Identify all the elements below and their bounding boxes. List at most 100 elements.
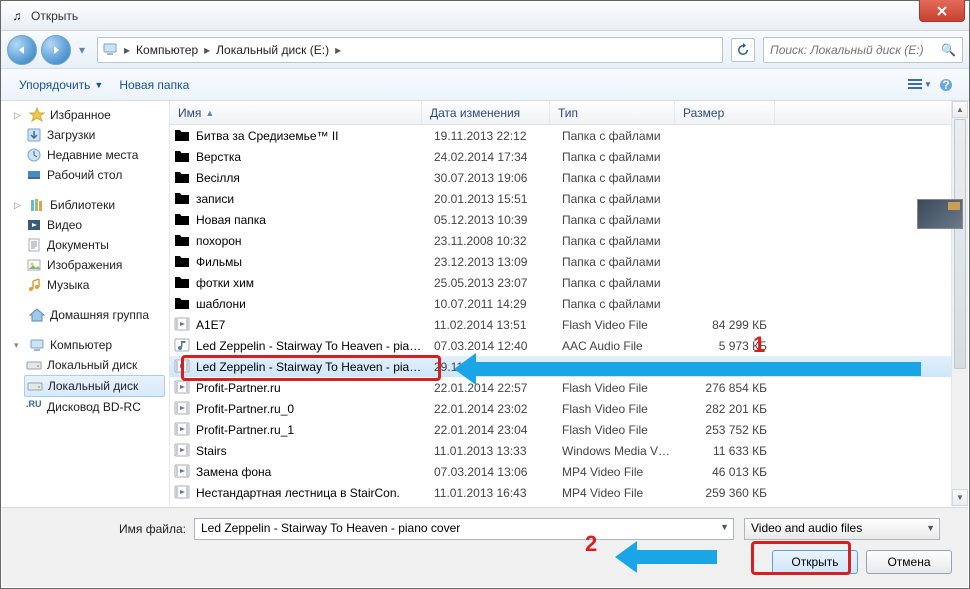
- refresh-button[interactable]: [731, 38, 755, 62]
- filter-label: Video and audio files: [751, 521, 862, 535]
- breadcrumb-chevron-icon[interactable]: ▸: [333, 43, 343, 57]
- file-size: 46 013 КБ: [679, 465, 779, 479]
- sidebar-item-drive-1[interactable]: Локальный диск: [24, 375, 165, 397]
- scroll-up-button[interactable]: ▲: [952, 101, 968, 118]
- chevron-down-icon: ▼: [720, 522, 729, 532]
- file-row[interactable]: Stairs11.01.2013 13:33Windows Media V…11…: [170, 440, 968, 461]
- breadcrumb-chevron-icon[interactable]: ▸: [122, 43, 132, 57]
- file-name: Stairs: [196, 444, 426, 458]
- sidebar-item-documents[interactable]: Документы: [12, 235, 169, 255]
- col-type[interactable]: Тип: [550, 101, 675, 124]
- vertical-scrollbar[interactable]: ▲ ▼: [951, 101, 968, 506]
- col-size[interactable]: Размер: [675, 101, 775, 124]
- file-row[interactable]: записи20.01.2013 15:51Папка с файлами: [170, 188, 968, 209]
- file-date: 10.07.2011 14:29: [426, 297, 554, 311]
- file-row[interactable]: Замена фона07.03.2014 13:06MP4 Video Fil…: [170, 461, 968, 482]
- file-row[interactable]: Нестандартная лестница в StairCon.11.01.…: [170, 482, 968, 503]
- file-type: Windows Media V…: [554, 444, 679, 458]
- file-type: Папка с файлами: [554, 255, 679, 269]
- file-row[interactable]: Битва за Средиземье™ II19.11.2013 22:12П…: [170, 125, 968, 146]
- view-icon: [908, 79, 922, 91]
- back-button[interactable]: [7, 35, 37, 65]
- file-size: 84 299 КБ: [679, 318, 779, 332]
- sidebar-item-music[interactable]: Музыка: [12, 275, 169, 295]
- file-row[interactable]: Profit-Partner.ru_122.01.2014 23:04Flash…: [170, 419, 968, 440]
- file-row[interactable]: Profit-Partner.ru_022.01.2014 23:02Flash…: [170, 398, 968, 419]
- address-bar[interactable]: ▸ Компьютер ▸ Локальный диск (E:) ▸: [97, 37, 723, 63]
- file-date: 11.02.2014 13:51: [426, 318, 554, 332]
- file-row[interactable]: Фильмы23.12.2013 13:09Папка с файлами: [170, 251, 968, 272]
- new-folder-button[interactable]: Новая папка: [111, 74, 197, 96]
- breadcrumb-computer[interactable]: Компьютер: [132, 43, 202, 57]
- scroll-down-button[interactable]: ▼: [952, 489, 968, 506]
- file-type: Flash Video File: [554, 318, 679, 332]
- sidebar-item-drive-0[interactable]: Локальный диск: [12, 355, 169, 375]
- file-type: Папка с файлами: [554, 276, 679, 290]
- folder-icon: [174, 253, 192, 271]
- cancel-button[interactable]: Отмена: [866, 550, 952, 574]
- col-date[interactable]: Дата изменения: [422, 101, 550, 124]
- file-row[interactable]: A1E711.02.2014 13:51Flash Video File84 2…: [170, 314, 968, 335]
- file-type: Flash Video File: [554, 423, 679, 437]
- col-name[interactable]: Имя▲: [170, 101, 422, 124]
- file-row[interactable]: Profit-Partner.ru22.01.2014 22:57Flash V…: [170, 377, 968, 398]
- file-date: 29.11.2: [426, 360, 554, 374]
- file-name: Фильмы: [196, 255, 426, 269]
- search-icon: 🔍: [941, 43, 956, 57]
- close-button[interactable]: [919, 0, 965, 22]
- file-row[interactable]: Led Zeppelin - Stairway To Heaven - pian…: [170, 335, 968, 356]
- audio-icon: [174, 337, 192, 355]
- nav-history-dropdown[interactable]: ▾: [75, 35, 89, 65]
- file-name: A1E7: [196, 318, 426, 332]
- file-row[interactable]: фотки хим25.05.2013 23:07Папка с файлами: [170, 272, 968, 293]
- sidebar-libraries[interactable]: ▷Библиотеки: [12, 195, 169, 215]
- sidebar-item-video[interactable]: Видео: [12, 215, 169, 235]
- chevron-down-icon: ▼: [926, 523, 935, 533]
- file-type: Папка с файлами: [554, 234, 679, 248]
- search-box[interactable]: 🔍: [763, 37, 963, 63]
- scroll-thumb[interactable]: [954, 119, 966, 369]
- open-button[interactable]: Открыть: [772, 550, 858, 574]
- sidebar-item-recent[interactable]: Недавние места: [12, 145, 169, 165]
- file-row[interactable]: Верстка24.02.2014 17:34Папка с файлами: [170, 146, 968, 167]
- sidebar-item-pictures[interactable]: Изображения: [12, 255, 169, 275]
- file-date: 22.01.2014 23:02: [426, 402, 554, 416]
- sidebar-computer[interactable]: ▾Компьютер: [12, 335, 169, 355]
- help-button[interactable]: ?: [933, 74, 959, 96]
- file-row[interactable]: Led Zeppelin - Stairway To Heaven - pian…: [170, 356, 968, 377]
- file-row[interactable]: Новая папка05.12.2013 10:39Папка с файла…: [170, 209, 968, 230]
- forward-button[interactable]: [41, 35, 71, 65]
- sidebar-favorites[interactable]: ▷Избранное: [12, 105, 169, 125]
- search-input[interactable]: [770, 43, 941, 57]
- filename-combobox[interactable]: Led Zeppelin - Stairway To Heaven - pian…: [194, 518, 734, 540]
- window-title: Открыть: [31, 9, 78, 23]
- file-date: 07.03.2014 12:40: [426, 339, 554, 353]
- breadcrumb-chevron-icon[interactable]: ▸: [202, 43, 212, 57]
- file-row[interactable]: Весілля30.07.2013 19:06Папка с файлами: [170, 167, 968, 188]
- file-date: 24.02.2014 17:34: [426, 150, 554, 164]
- file-date: 05.12.2013 10:39: [426, 213, 554, 227]
- folder-icon: [174, 295, 192, 313]
- title-bar: ♫ Открыть: [1, 1, 969, 31]
- file-row[interactable]: похорон23.11.2008 10:32Папка с файлами: [170, 230, 968, 251]
- sidebar-homegroup[interactable]: Домашняя группа: [12, 305, 169, 325]
- sidebar-item-bdrom[interactable]: .RUДисковод BD-RC: [12, 397, 169, 417]
- file-row[interactable]: шаблони10.07.2011 14:29Папка с файлами: [170, 293, 968, 314]
- file-date: 22.01.2014 23:04: [426, 423, 554, 437]
- file-type-filter[interactable]: Video and audio files ▼: [744, 518, 940, 540]
- view-button[interactable]: ▼: [907, 74, 933, 96]
- file-date: 23.11.2008 10:32: [426, 234, 554, 248]
- video-icon: [174, 421, 192, 439]
- breadcrumb-drive[interactable]: Локальный диск (E:): [212, 43, 333, 57]
- video-icon: [174, 463, 192, 481]
- file-type: MP4 Video File: [554, 486, 679, 500]
- organize-button[interactable]: Упорядочить▼: [11, 74, 111, 96]
- column-headers: Имя▲ Дата изменения Тип Размер: [170, 101, 968, 125]
- sidebar-item-desktop[interactable]: Рабочий стол: [12, 165, 169, 185]
- file-size: 259 360 КБ: [679, 486, 779, 500]
- file-size: 276 854 КБ: [679, 381, 779, 395]
- file-type: Папка с файлами: [554, 297, 679, 311]
- file-type: Папка с файлами: [554, 129, 679, 143]
- sidebar-item-downloads[interactable]: Загрузки: [12, 125, 169, 145]
- file-name: Profit-Partner.ru_1: [196, 423, 426, 437]
